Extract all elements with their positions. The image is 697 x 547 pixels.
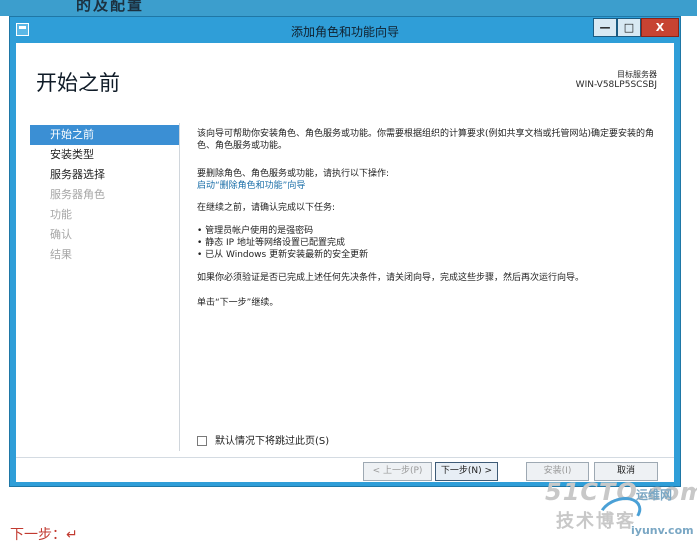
- nav-item-server-roles: 服务器角色: [50, 188, 105, 201]
- nav-item-results: 结果: [50, 248, 72, 261]
- before-continue-text: 在继续之前，请确认完成以下任务:: [197, 203, 336, 213]
- title-bar[interactable]: 添加角色和功能向导 — □ X: [10, 17, 680, 43]
- task-item: • 管理员帐户使用的是强密码: [197, 226, 314, 236]
- target-server: 目标服务器 WIN-V58LP5SCSBJ: [576, 69, 657, 91]
- page-heading: 开始之前: [36, 71, 120, 95]
- skip-page-checkbox[interactable]: [197, 436, 207, 446]
- document-top-clip-text: 的及配置: [76, 0, 145, 14]
- nav-item-features: 功能: [50, 208, 72, 221]
- task-item: • 静态 IP 地址等网络设置已配置完成: [197, 238, 345, 248]
- click-next-text: 单击“下一步”继续。: [197, 298, 279, 308]
- remove-prompt-text: 要删除角色、角色服务或功能，请执行以下操作:: [197, 169, 390, 179]
- document-top-strip: 的及配置: [0, 0, 697, 16]
- skip-page-option[interactable]: 默认情况下将跳过此页(S): [197, 432, 329, 447]
- wizard-nav: 开始之前 安装类型 服务器选择 服务器角色 功能 确认 结果: [30, 125, 180, 265]
- footer-divider: [16, 457, 674, 458]
- close-button[interactable]: X: [641, 18, 679, 37]
- wizard-window: 添加角色和功能向导 — □ X 开始之前 目标服务器 WIN-V58LP5SCS…: [9, 16, 681, 487]
- nav-item-server-selection[interactable]: 服务器选择: [30, 165, 180, 185]
- next-button[interactable]: 下一步(N) >: [435, 462, 498, 481]
- minimize-button[interactable]: —: [593, 18, 617, 37]
- watermark-yunwei: 运维网: [636, 488, 673, 502]
- nav-divider: [179, 123, 180, 451]
- content-panel: 该向导可帮助你安装角色、角色服务或功能。你需要根据组织的计算要求(例如共享文档或…: [197, 128, 663, 309]
- skip-page-label: 默认情况下将跳过此页(S): [215, 436, 330, 447]
- window-title: 添加角色和功能向导: [290, 25, 399, 39]
- remove-roles-link[interactable]: 启动“删除角色和功能”向导: [197, 180, 663, 192]
- target-server-name: WIN-V58LP5SCSBJ: [575, 80, 657, 90]
- maximize-button[interactable]: □: [617, 18, 641, 37]
- previous-button: < 上一步(P): [363, 462, 432, 481]
- nav-item-confirmation: 确认: [50, 228, 72, 241]
- verify-text: 如果你必须验证是否已完成上述任何先决条件，请关闭向导，完成这些步骤，然后再次运行…: [197, 273, 585, 283]
- task-list: • 管理员帐户使用的是强密码 • 静态 IP 地址等网络设置已配置完成 • 已从…: [197, 225, 663, 261]
- target-server-label: 目标服务器: [617, 70, 657, 79]
- nav-item-installation-type[interactable]: 安装类型: [30, 145, 180, 165]
- document-caption: 下一步：↵: [10, 527, 78, 543]
- wizard-client-area: 开始之前 目标服务器 WIN-V58LP5SCSBJ 开始之前 安装类型 服务器…: [16, 43, 674, 482]
- nav-item-before-you-begin[interactable]: 开始之前: [30, 125, 180, 145]
- intro-text: 该向导可帮助你安装角色、角色服务或功能。你需要根据组织的计算要求(例如共享文档或…: [197, 129, 655, 151]
- task-item: • 已从 Windows 更新安装最新的安全更新: [197, 250, 369, 260]
- watermark-iyunv: iyunv.com: [631, 524, 694, 537]
